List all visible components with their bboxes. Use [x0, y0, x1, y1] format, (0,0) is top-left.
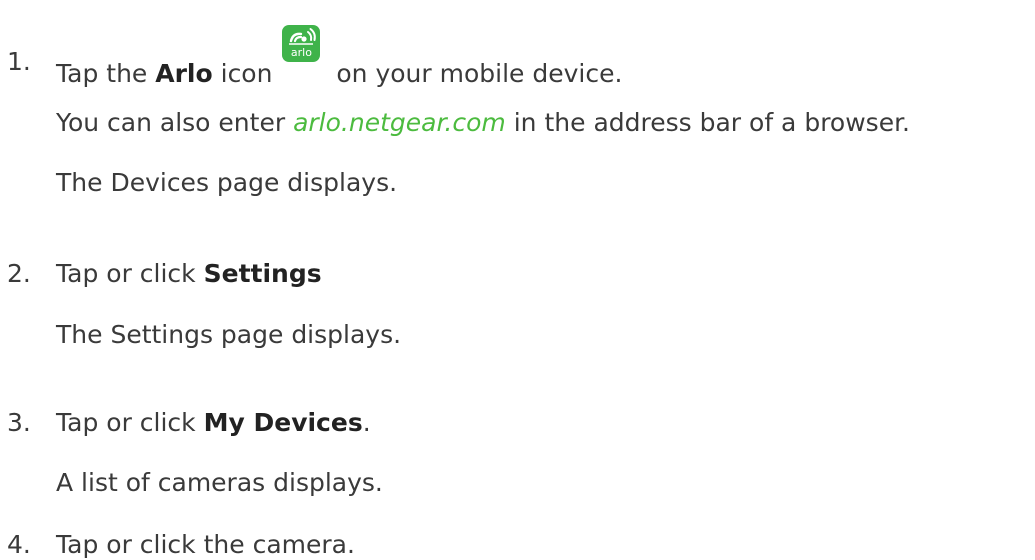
- step-text-pre: Tap or click: [56, 408, 204, 437]
- step-text-pre: Tap the: [56, 59, 156, 88]
- step-text: Tap or click My Devices.: [56, 408, 371, 438]
- arlo-url-link[interactable]: arlo.netgear.com: [293, 108, 506, 137]
- step-bold-my-devices: My Devices: [203, 408, 363, 437]
- step-bold-arlo: Arlo: [155, 59, 213, 88]
- note-post: in the address bar of a browser.: [505, 108, 911, 137]
- note-text: You can also enter arlo.netgear.com in t…: [56, 108, 910, 138]
- step-number: 3.: [7, 408, 31, 437]
- step-text-pre: Tap or click: [56, 259, 204, 288]
- step-text-post: .: [362, 408, 371, 437]
- note-text: The Devices page displays.: [56, 168, 398, 197]
- step-text-post: on your mobile device.: [328, 59, 623, 88]
- step-text-mid: icon: [212, 59, 273, 88]
- step-number: 1.: [7, 47, 31, 76]
- arlo-icon-label: arlo: [290, 46, 312, 59]
- note-pre: You can also enter: [56, 108, 294, 137]
- note-text: The Settings page displays.: [56, 320, 402, 349]
- step-text: Tap or click Settings: [56, 259, 322, 289]
- step-bold-settings: Settings: [203, 259, 322, 288]
- note-text: A list of cameras displays.: [56, 468, 383, 497]
- step-text: Tap the Arlo icon arlo on your mobile de…: [56, 25, 623, 89]
- arlo-app-icon: arlo: [282, 25, 321, 62]
- step-number: 2.: [7, 259, 31, 288]
